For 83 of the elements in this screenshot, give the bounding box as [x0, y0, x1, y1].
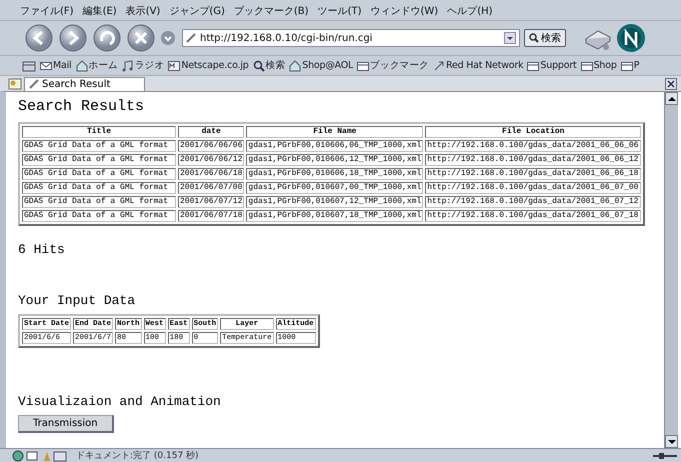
table-cell: 2001/06/07/18: [178, 210, 244, 222]
menu-item[interactable]: ブックマーク(B): [234, 4, 309, 18]
bookmark-link[interactable]: Red Hat Network: [432, 60, 524, 72]
menu-item[interactable]: ツール(T): [318, 4, 362, 18]
table-cell: gdas1,PGrbF00,010606,06_TMP_1000,xml: [246, 140, 424, 152]
bookmark-link[interactable]: ブックマーク: [357, 59, 429, 72]
column-header: File Location: [425, 126, 642, 138]
up-arrow-icon: [668, 96, 676, 102]
hits-count: 6 Hits: [18, 242, 66, 257]
house-icon: [289, 60, 302, 72]
badge-icon: [168, 60, 180, 72]
section-heading: Your Input Data: [18, 293, 136, 308]
column-header: File Name: [246, 126, 424, 138]
dropdown-icon: [504, 32, 516, 44]
mail-icon: [40, 60, 52, 72]
table-cell: gdas1,PGrbF00,010606,18_TMP_1000,xml: [246, 168, 424, 180]
tab[interactable]: Search Result: [24, 76, 146, 90]
tab-list-icon[interactable]: [8, 78, 22, 90]
scrollbar[interactable]: [664, 92, 678, 448]
table-cell: http://192.168.0.100/gdas_data/2001_06_07_00: [425, 182, 642, 194]
link-icon: [432, 60, 445, 72]
bookmark-link[interactable]: Netscape.co.jp: [168, 60, 249, 72]
home-folder-icon[interactable]: [22, 60, 36, 72]
table-cell: http://192.168.0.100/gdas_data/2001_06_06_06: [425, 140, 642, 152]
bookmark-link[interactable]: ホーム: [76, 59, 118, 72]
table-cell: GDAS Grid Data of a GML format: [22, 210, 176, 222]
table-cell: GDAS Grid Data of a GML format: [22, 154, 176, 166]
table-cell: GDAS Grid Data of a GML format: [22, 196, 176, 208]
folder-icon: [620, 60, 633, 72]
column-header: Title: [22, 126, 176, 138]
table-cell: GDAS Grid Data of a GML format: [22, 168, 176, 180]
search-button[interactable]: 検索: [524, 29, 566, 47]
table-cell: gdas1,PGrbF00,010607,00_TMP_1000,xml: [246, 182, 424, 194]
column-header: date: [178, 126, 244, 138]
bookmark-link[interactable]: Shop@AOL: [289, 60, 354, 72]
scroll-down-button[interactable]: [665, 435, 678, 448]
table-cell: http://192.168.0.100/gdas_data/2001_06_07_12: [425, 196, 642, 208]
table-cell: 2001/06/07/12: [178, 196, 244, 208]
menu-item[interactable]: 編集(E): [82, 4, 117, 18]
table-cell: gdas1,PGrbF00,010607,12_TMP_1000,xml: [246, 196, 424, 208]
menu-item[interactable]: ウィンドウ(W): [370, 4, 438, 18]
table-cell: gdas1,PGrbF00,010606,12_TMP_1000,xml: [246, 154, 424, 166]
bookmark-link[interactable]: Mail: [40, 60, 72, 72]
table-cell: 2001/06/06/18: [178, 168, 244, 180]
table-cell: 2001/06/06/06: [178, 140, 244, 152]
table-cell: http://192.168.0.100/gdas_data/2001_06_07_18: [425, 210, 642, 222]
table-cell: gdas1,PGrbF00,010607,18_TMP_1000,xml: [246, 210, 424, 222]
status-icons[interactable]: [12, 450, 68, 462]
bookmark-link[interactable]: P: [620, 60, 640, 72]
music-note-icon: [122, 60, 134, 72]
menu-item[interactable]: ヘルプ(H): [447, 4, 493, 18]
table-cell: GDAS Grid Data of a GML format: [22, 182, 176, 194]
search-icon: [252, 60, 265, 72]
status-text: ドキュメント:完了 (0.157 秒): [76, 450, 199, 462]
bookmark-link[interactable]: ラジオ: [122, 59, 164, 72]
bookmark-link[interactable]: Support: [527, 60, 577, 72]
address-field[interactable]: http://192.168.0.10/cgi-bin/run.cgi: [182, 29, 520, 47]
back-icon[interactable]: [24, 23, 54, 53]
table-cell: http://192.168.0.100/gdas_data/2001_06_06_18: [425, 168, 642, 180]
table-cell: GDAS Grid Data of a GML format: [22, 140, 176, 152]
stop-icon[interactable]: [126, 23, 156, 53]
close-tab-icon[interactable]: [665, 78, 677, 90]
folder-icon: [527, 60, 540, 72]
table-cell: 2001/06/06/12: [178, 154, 244, 166]
folder-icon: [357, 60, 370, 72]
forward-icon[interactable]: [58, 23, 88, 53]
menu-item[interactable]: ファイル(F): [20, 4, 74, 18]
table-cell: http://192.168.0.100/gdas_data/2001_06_06_12: [425, 154, 642, 166]
reload-icon[interactable]: [92, 23, 122, 53]
section-heading: Visualizaion and Animation: [18, 394, 222, 409]
menu-item[interactable]: ジャンプ(G): [169, 4, 225, 18]
house-icon: [76, 60, 88, 72]
bookmark-link[interactable]: 検索: [252, 59, 286, 72]
search-icon: [529, 33, 539, 43]
down-arrow-icon: [668, 438, 676, 444]
table-cell: 2001/06/07/00: [178, 182, 244, 194]
menu-item[interactable]: 表示(V): [126, 4, 160, 18]
folder-icon: [580, 60, 593, 72]
netscape-logo-icon[interactable]: [616, 23, 646, 53]
scroll-up-button[interactable]: [665, 92, 678, 105]
transmission-button[interactable]: Transmission: [18, 415, 114, 433]
page-heading: Search Results: [18, 98, 146, 115]
bookmark-link[interactable]: Shop: [580, 60, 617, 72]
